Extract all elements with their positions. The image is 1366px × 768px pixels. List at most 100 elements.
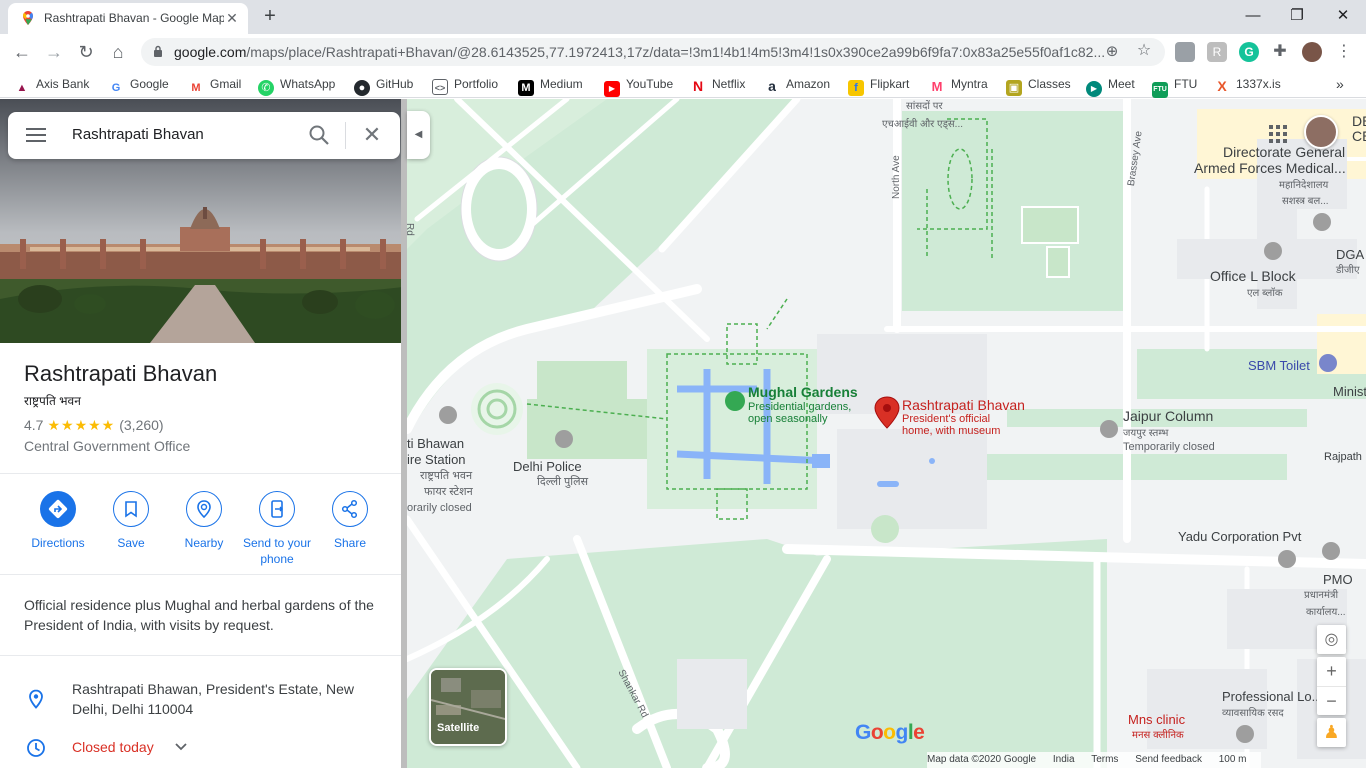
bookmark-gmail[interactable]: M Gmail [188, 75, 242, 94]
map-label-office-l-hi: एल ब्लॉक [1247, 288, 1283, 299]
map-label-mughal-gardens[interactable]: Mughal Gardens [748, 385, 858, 400]
map-label-fire-station-5: orarily closed [407, 502, 472, 514]
pegman-icon[interactable]: ♟ [1317, 718, 1346, 747]
minimize-button[interactable]: — [1230, 4, 1276, 28]
bookmark-youtube[interactable]: ▶ YouTube [604, 75, 673, 97]
bookmark-classes[interactable]: ▣ Classes [1006, 75, 1071, 96]
directions-label: Directions [31, 536, 85, 550]
extension-photo-icon[interactable] [1175, 42, 1195, 62]
address-bar[interactable]: google.com/maps/place/Rashtrapati+Bhavan… [141, 38, 1165, 66]
send-feedback-link[interactable]: Send feedback [1135, 754, 1202, 765]
profile-avatar[interactable] [1302, 42, 1322, 62]
map-label-top-hi: सांसदों पर [906, 101, 943, 112]
extension-translate-icon[interactable]: R [1207, 42, 1227, 62]
clock-icon [27, 739, 45, 757]
chevron-down-icon[interactable] [172, 738, 190, 756]
home-icon[interactable]: ⌂ [106, 40, 130, 64]
place-category[interactable]: Central Government Office [24, 438, 190, 454]
map-canvas[interactable]: Mughal Gardens Presidential gardens, ope… [407, 99, 1366, 768]
new-tab-button[interactable]: + [258, 6, 282, 28]
bookmark-portfolio[interactable]: <> Portfolio [432, 75, 498, 95]
map-label-minist: Minist [1333, 384, 1366, 399]
review-count[interactable]: (3,260) [119, 417, 163, 433]
bookmark-label: WhatsApp [280, 77, 336, 91]
add-location-icon[interactable]: ⊕ [1103, 43, 1121, 61]
bookmark-whatsapp[interactable]: ✆ WhatsApp [258, 75, 336, 96]
divider [0, 655, 403, 656]
my-location-icon[interactable]: ◎ [1317, 625, 1346, 654]
satellite-layer-button[interactable]: Satellite [429, 668, 507, 746]
map-label-pmo[interactable]: PMO [1323, 572, 1353, 587]
bookmark-myntra[interactable]: M Myntra [929, 75, 988, 94]
opening-hours-status[interactable]: Closed today [72, 739, 154, 755]
directions-icon [40, 491, 76, 527]
map-label-rashtrapati-bhavan[interactable]: Rashtrapati Bhavan [902, 398, 1025, 413]
bookmark-label: Amazon [786, 77, 831, 91]
map-label-sbm-toilet[interactable]: SBM Toilet [1248, 358, 1310, 373]
bookmark-axis-bank[interactable]: ▲ Axis Bank [14, 75, 90, 94]
country-link[interactable]: India [1053, 754, 1075, 765]
extensions-puzzle-icon[interactable]: ✚ [1270, 42, 1290, 62]
meet-icon: ▶ [1086, 81, 1102, 97]
bookmark-label: Gmail [210, 77, 242, 91]
restore-button[interactable]: ❐ [1274, 4, 1320, 28]
close-window-button[interactable]: ✕ [1320, 4, 1366, 28]
search-input[interactable]: Rashtrapati Bhavan [72, 126, 204, 143]
browser-tab[interactable]: Rashtrapati Bhavan - Google Maps ✕ [8, 3, 248, 34]
bookmark-google[interactable]: G Google [108, 75, 169, 94]
zoom-in-button[interactable]: + [1317, 657, 1346, 686]
grammarly-icon[interactable]: G [1239, 42, 1259, 62]
map-label-jaipur-column[interactable]: Jaipur Column [1123, 409, 1213, 424]
map-label-office-l-block[interactable]: Office L Block [1210, 269, 1296, 284]
netflix-icon: N [692, 78, 704, 94]
amazon-icon: a [768, 78, 776, 94]
bookmark-star-icon[interactable]: ☆ [1135, 42, 1153, 60]
clear-search-icon[interactable]: ✕ [361, 124, 383, 146]
nearby-button[interactable]: Nearby [167, 491, 241, 551]
place-address[interactable]: Rashtrapati Bhawan, President's Estate, … [72, 679, 372, 719]
bookmark-ftu[interactable]: FTU FTU [1152, 75, 1197, 98]
account-avatar[interactable] [1304, 115, 1338, 149]
map-label-mns-clinic[interactable]: Mns clinic [1128, 712, 1185, 727]
map-label-dga-hi: डीजीए [1336, 265, 1360, 276]
bookmark-github[interactable]: ● GitHub [354, 75, 413, 96]
terms-link[interactable]: Terms [1091, 754, 1118, 765]
bookmark-icon [113, 491, 149, 527]
reload-icon[interactable]: ↻ [74, 40, 98, 64]
kebab-menu-icon[interactable]: ⋮ [1334, 42, 1354, 62]
zoom-out-button[interactable]: − [1317, 686, 1346, 715]
directions-button[interactable]: Directions [21, 491, 95, 551]
bookmark-medium[interactable]: M Medium [518, 75, 583, 96]
save-label: Save [117, 536, 145, 550]
map-label-yadu[interactable]: Yadu Corporation Pvt [1178, 529, 1301, 544]
classes-icon: ▣ [1006, 80, 1022, 96]
collapse-panel-button[interactable]: ◀ [407, 111, 430, 159]
search-icon[interactable] [308, 124, 330, 146]
google-apps-icon[interactable] [1267, 123, 1289, 145]
bookmarks-bar: ▲ Axis Bank G Google M Gmail ✆ WhatsApp ● Git… [0, 70, 1366, 98]
bookmark-1337x[interactable]: X 1337x.is [1214, 75, 1280, 94]
selected-place-pin [874, 396, 900, 429]
search-box[interactable]: Rashtrapati Bhavan ✕ [8, 112, 400, 159]
map-label-delhi-police[interactable]: Delhi Police [513, 459, 582, 474]
share-icon [332, 491, 368, 527]
bookmark-label: Flipkart [870, 77, 910, 91]
back-arrow-icon[interactable]: ← [10, 40, 34, 64]
map-label-fire-station-1[interactable]: ti Bhawan [407, 436, 464, 451]
map-label-dgafms-2: Armed Forces Medical... [1194, 160, 1346, 176]
bookmark-flipkart[interactable]: f Flipkart [848, 75, 910, 96]
save-button[interactable]: Save [94, 491, 168, 551]
send-to-phone-button[interactable]: Send to your phone [240, 491, 314, 567]
map-label-fire-station-4: फायर स्टेशन [424, 486, 473, 498]
hamburger-menu-icon[interactable] [26, 128, 46, 142]
bookmarks-overflow-icon[interactable]: » [1336, 75, 1344, 93]
bookmark-netflix[interactable]: N Netflix [690, 75, 745, 94]
share-button[interactable]: Share [313, 491, 387, 551]
tab-close-icon[interactable]: ✕ [224, 10, 240, 26]
bookmark-amazon[interactable]: a Amazon [764, 75, 831, 94]
send-to-phone-label: Send to your phone [242, 536, 312, 566]
scale-bar[interactable]: 100 m [1219, 754, 1247, 765]
divider [0, 574, 403, 575]
forward-arrow-icon[interactable]: → [42, 40, 66, 64]
bookmark-meet[interactable]: ▶ Meet [1086, 75, 1135, 97]
